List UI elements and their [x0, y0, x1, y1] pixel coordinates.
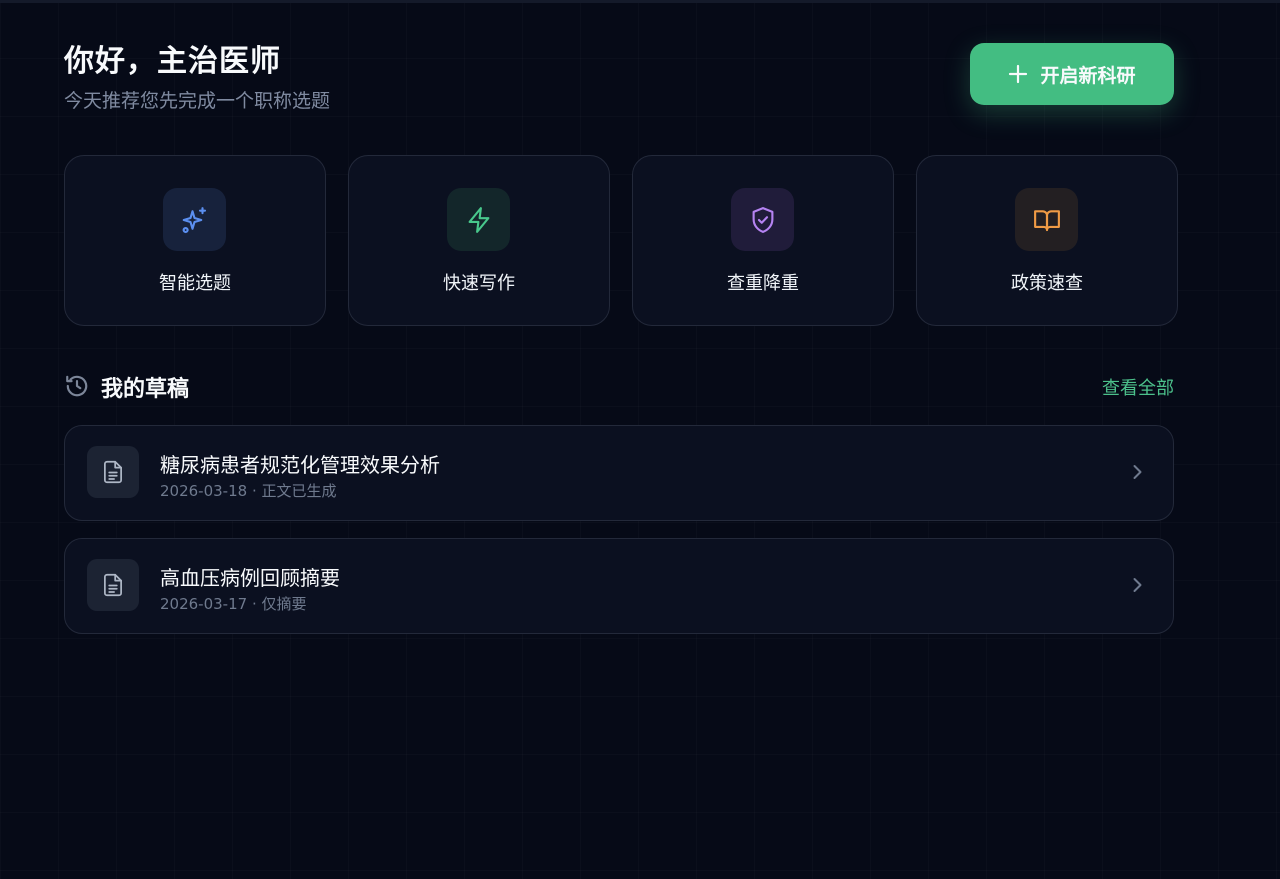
drafts-header: 我的草稿 查看全部	[64, 368, 1174, 404]
feature-card-plagiarism[interactable]: 查重降重	[632, 155, 894, 326]
feature-card-writing[interactable]: 快速写作	[348, 155, 610, 326]
document-icon	[104, 573, 122, 597]
drafts-title: 我的草稿	[101, 377, 190, 402]
page-header: 你好，主治医师 今天推荐您先完成一个职称选题 开启新科研	[64, 36, 1174, 116]
document-icon	[104, 460, 122, 484]
feature-icon-box	[731, 188, 794, 251]
greeting-title: 你好，主治医师	[64, 44, 281, 79]
draft-doc-box	[87, 446, 139, 498]
draft-meta: 2026-03-18 · 正文已生成	[160, 482, 337, 500]
greeting-subtitle: 今天推荐您先完成一个职称选题	[64, 90, 331, 112]
feature-icon-box	[447, 188, 510, 251]
draft-meta: 2026-03-17 · 仅摘要	[160, 595, 307, 613]
feature-cards: 智能选题 快速写作 查重降重 政策速查	[64, 155, 1178, 326]
shield-check-icon	[752, 206, 773, 233]
draft-title: 高血压病例回顾摘要	[160, 566, 340, 590]
draft-doc-box	[87, 559, 139, 611]
feature-icon-box	[1015, 188, 1078, 251]
feature-label: 查重降重	[727, 273, 799, 294]
new-research-button[interactable]: 开启新科研	[970, 43, 1174, 105]
view-all-link[interactable]: 查看全部	[1102, 374, 1174, 400]
new-research-label: 开启新科研	[1040, 64, 1136, 87]
feature-label: 快速写作	[443, 273, 515, 294]
draft-item[interactable]: 糖尿病患者规范化管理效果分析 2026-03-18 · 正文已生成	[64, 425, 1174, 521]
feature-label: 政策速查	[1011, 273, 1083, 294]
feature-card-policy[interactable]: 政策速查	[916, 155, 1178, 326]
feature-card-topic[interactable]: 智能选题	[64, 155, 326, 326]
lightning-icon	[468, 206, 489, 233]
feature-icon-box	[163, 188, 226, 251]
sparkles-icon	[182, 206, 206, 233]
chevron-right-icon	[1133, 465, 1142, 479]
history-icon	[66, 375, 88, 397]
draft-item[interactable]: 高血压病例回顾摘要 2026-03-17 · 仅摘要	[64, 538, 1174, 634]
book-open-icon	[1033, 209, 1060, 231]
draft-title: 糖尿病患者规范化管理效果分析	[160, 453, 440, 477]
top-divider	[0, 0, 1280, 3]
chevron-right-icon	[1133, 578, 1142, 592]
plus-icon	[1009, 64, 1028, 84]
feature-label: 智能选题	[159, 273, 231, 294]
